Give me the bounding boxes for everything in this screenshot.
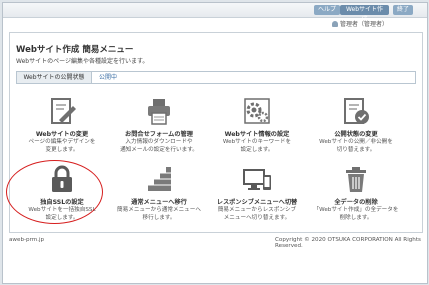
tile-responsive-menu[interactable]: レスポンシブメニューへ切替 簡易メニューからレスポンシブ メニューへ切り替えます… — [209, 164, 305, 232]
tile-title: Webサイトの変更 — [35, 131, 89, 138]
page-title: Webサイト作成 簡易メニュー — [16, 45, 134, 55]
tile-inquiry-form[interactable]: お問合せフォームの管理 入力情報のダウンロードや 通知メールの設定を行います。 — [111, 96, 207, 164]
page-description: Webサイトのページ編集や各種設定を行います。 — [16, 58, 149, 65]
app-window: ヘルプ Webサイト作成 終了 管理者（管理者） Webサイト作成 簡易メニュー… — [2, 2, 428, 284]
footer-domain: aweb-prm.jp — [9, 237, 45, 243]
close-button[interactable]: 終了 — [393, 5, 414, 15]
tile-description: 入力情報のダウンロードや 通知メールの設定を行います。 — [120, 139, 198, 153]
top-bar: ヘルプ Webサイト作成 終了 — [3, 3, 427, 23]
ssl-highlight-circle — [6, 160, 103, 224]
tile-title: レスポンシブメニューへ切替 — [216, 199, 298, 206]
responsive-devices-icon — [242, 164, 272, 194]
tile-title: Webサイト情報の設定 — [224, 131, 290, 138]
web-site-create-button[interactable]: Webサイト作成 — [340, 5, 389, 23]
tile-description: 簡易メニューから通常メニューへ 移行します。 — [117, 207, 201, 221]
tile-title: 全データの削除 — [334, 199, 378, 206]
publish-status-value: 公開中 — [99, 74, 118, 81]
publish-status-icon — [341, 96, 371, 126]
publish-status-row: Webサイトの公開状態 公開中 — [16, 71, 416, 84]
user-label: 管理者（管理者） — [340, 21, 389, 28]
help-button[interactable]: ヘルプ — [314, 5, 341, 15]
inquiry-form-icon — [144, 96, 174, 126]
edit-page-icon — [47, 96, 77, 126]
tile-edit-site[interactable]: Webサイトの変更 ページの編集やデザインを 変更します。 — [14, 96, 110, 164]
site-settings-gear-icon — [242, 96, 272, 126]
tile-description: ページの編集やデザインを 変更します。 — [28, 139, 96, 153]
user-info: 管理者（管理者） — [332, 19, 388, 28]
tile-title: 公開状態の変更 — [334, 131, 378, 138]
tile-description: Webサイトの公開／非公開を 切り替えます。 — [319, 139, 393, 153]
tile-publish-status[interactable]: 公開状態の変更 Webサイトの公開／非公開を 切り替えます。 — [308, 96, 404, 164]
tile-delete-all[interactable]: 全データの削除 「Webサイト作成」の全データを 削除します。 — [308, 164, 404, 232]
tile-site-settings[interactable]: Webサイト情報の設定 Webサイトのキーワードを 設定します。 — [209, 96, 305, 164]
tile-normal-menu[interactable]: 通常メニューへ移行 簡易メニューから通常メニューへ 移行します。 — [111, 164, 207, 232]
stairs-icon — [144, 164, 174, 194]
tile-description: 「Webサイト作成」の全データを 削除します。 — [313, 207, 399, 221]
footer-copyright: Copyright © 2020 OTSUKA CORPORATION All … — [275, 237, 421, 249]
trash-icon — [341, 164, 371, 194]
tile-description: 簡易メニューからレスポンシブ メニューへ切り替えます。 — [217, 207, 297, 221]
publish-status-label: Webサイトの公開状態 — [17, 72, 92, 83]
user-icon — [332, 20, 338, 27]
tile-description: Webサイトのキーワードを 設定します。 — [222, 139, 292, 153]
tile-title: お問合せフォームの管理 — [125, 131, 193, 138]
tile-title: 通常メニューへ移行 — [131, 199, 187, 206]
